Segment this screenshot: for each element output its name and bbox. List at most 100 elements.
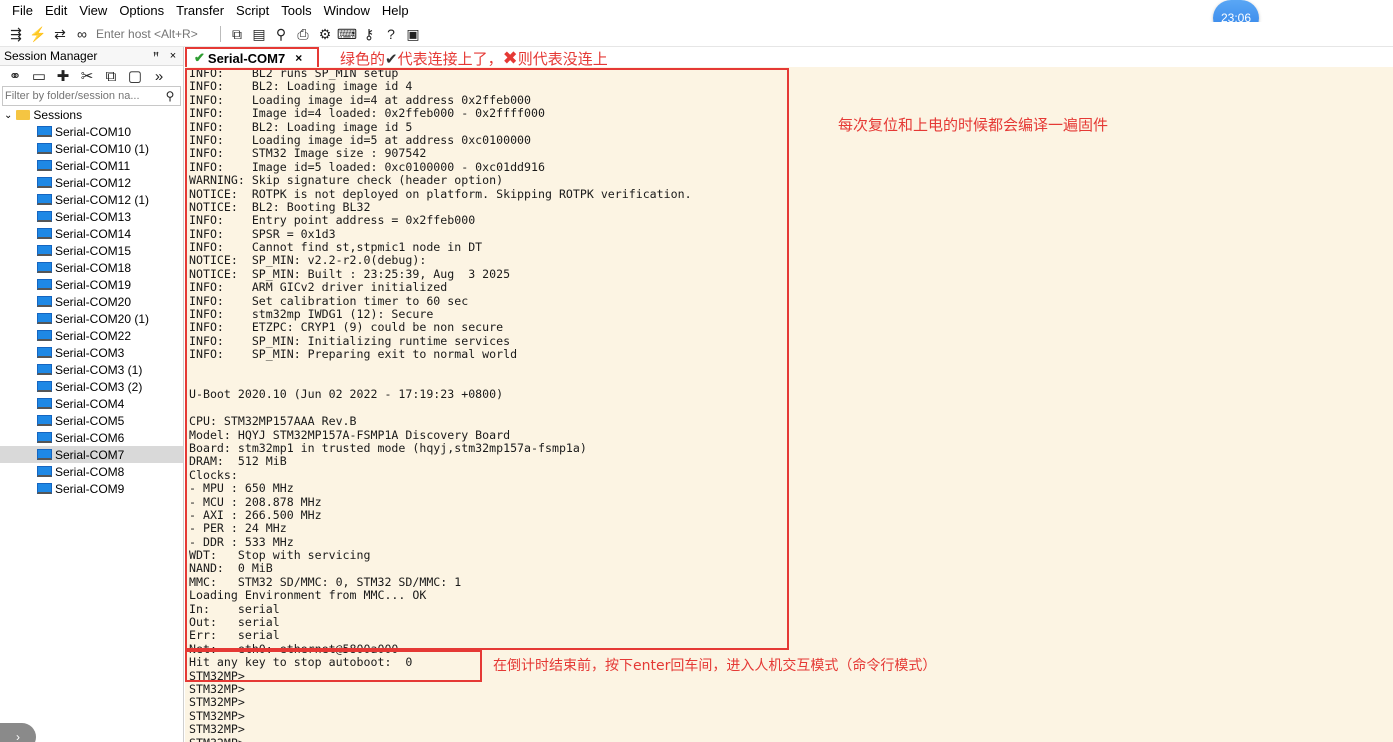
search-icon[interactable]: ⚲ xyxy=(162,86,178,106)
menu-transfer[interactable]: Transfer xyxy=(170,0,230,22)
serial-session-icon xyxy=(37,466,52,477)
session-item[interactable]: Serial-COM3 xyxy=(0,344,183,361)
sessions-folder[interactable]: ⌄ Sessions xyxy=(0,107,183,123)
cross-mark-icon: ✖ xyxy=(502,48,518,69)
session-item-label: Serial-COM20 xyxy=(55,294,132,309)
link-session-icon[interactable]: ⚭ xyxy=(4,66,26,86)
serial-session-icon xyxy=(37,126,52,137)
copy-session-icon[interactable]: ⧉ xyxy=(100,66,122,86)
lightning-icon[interactable]: ⚡ xyxy=(28,24,48,44)
menu-tools[interactable]: Tools xyxy=(275,0,317,22)
session-item[interactable]: Serial-COM15 xyxy=(0,242,183,259)
session-toolbar: ⚭ ▭ ✚ ✂ ⧉ ▢ » xyxy=(0,66,183,86)
connection-annotation: 绿色的✔代表连接上了，✖则代表没连上 xyxy=(340,48,608,69)
toolbar-divider xyxy=(220,26,221,42)
link-icon[interactable]: ∞ xyxy=(72,24,92,44)
print-icon[interactable]: ⎙ xyxy=(293,24,313,44)
reconnect-icon[interactable]: ⇄ xyxy=(50,24,70,44)
chevron-down-icon[interactable]: ⌄ xyxy=(4,110,12,121)
annotation-text-suffix: 则代表没连上 xyxy=(517,50,608,68)
session-item[interactable]: Serial-COM5 xyxy=(0,412,183,429)
session-item[interactable]: Serial-COM3 (2) xyxy=(0,378,183,395)
annotation-text-mid: 代表连接上了， xyxy=(397,50,503,68)
session-item[interactable]: Serial-COM20 xyxy=(0,293,183,310)
terminal-line: STM32MP> xyxy=(189,722,245,737)
serial-session-icon xyxy=(37,449,52,460)
paste-icon[interactable]: ▤ xyxy=(249,24,269,44)
serial-session-icon xyxy=(37,296,52,307)
session-item[interactable]: Serial-COM12 xyxy=(0,174,183,191)
key-icon[interactable]: ⚷ xyxy=(359,24,379,44)
serial-session-icon xyxy=(37,432,52,443)
connect-bar-icon[interactable]: ⇶ xyxy=(6,24,26,44)
menu-bar: File Edit View Options Transfer Script T… xyxy=(0,0,1393,22)
session-item[interactable]: Serial-COM3 (1) xyxy=(0,361,183,378)
session-filter: ⚲ xyxy=(2,86,181,106)
session-item[interactable]: Serial-COM8 xyxy=(0,463,183,480)
menu-window[interactable]: Window xyxy=(318,0,376,22)
panel-close-icon[interactable]: × xyxy=(166,50,180,62)
session-item-label: Serial-COM18 xyxy=(55,260,132,275)
serial-session-icon xyxy=(37,211,52,222)
menu-script[interactable]: Script xyxy=(230,0,275,22)
boot-annotation: 每次复位和上电的时候都会编译一遍固件 xyxy=(838,116,1109,134)
session-item-label: Serial-COM12 (1) xyxy=(55,192,150,207)
menu-file[interactable]: File xyxy=(6,0,39,22)
session-item[interactable]: Serial-COM4 xyxy=(0,395,183,412)
menu-options[interactable]: Options xyxy=(113,0,170,22)
keyboard-icon[interactable]: ⌨ xyxy=(337,24,357,44)
serial-session-icon xyxy=(37,279,52,290)
session-item[interactable]: Serial-COM11 xyxy=(0,157,183,174)
session-item[interactable]: Serial-COM14 xyxy=(0,225,183,242)
terminal-line: STM32MP> xyxy=(189,681,245,696)
session-manager-title: Session Manager xyxy=(4,49,98,63)
tab-serial-com7[interactable]: ✔ Serial-COM7 × xyxy=(185,47,319,69)
session-item-label: Serial-COM4 xyxy=(55,396,125,411)
new-tab-icon[interactable]: ▭ xyxy=(28,66,50,86)
pin-icon[interactable]: ꟸ xyxy=(149,50,163,63)
serial-session-icon xyxy=(37,415,52,426)
session-item[interactable]: Serial-COM7 xyxy=(0,446,183,463)
cut-icon[interactable]: ✂ xyxy=(76,66,98,86)
paste-session-icon[interactable]: ▢ xyxy=(124,66,146,86)
session-item[interactable]: Serial-COM20 (1) xyxy=(0,310,183,327)
toolbar: ⇶ ⚡ ⇄ ∞ ⧉ ▤ ⚲ ⎙ ⚙ ⌨ ⚷ ? ▣ xyxy=(0,22,1393,47)
terminal-output[interactable]: INFO: BL2 runs SP_MIN setup INFO: BL2: Lo… xyxy=(185,67,1393,742)
session-tree: ⌄ Sessions Serial-COM10 Serial-COM10 (1) S… xyxy=(0,106,183,497)
session-item[interactable]: Serial-COM22 xyxy=(0,327,183,344)
securecrt-window: File Edit View Options Transfer Script T… xyxy=(0,0,1393,742)
session-item-label: Serial-COM14 xyxy=(55,226,132,241)
session-item-label: Serial-COM22 xyxy=(55,328,132,343)
add-session-icon[interactable]: ✚ xyxy=(52,66,74,86)
menu-view[interactable]: View xyxy=(73,0,113,22)
session-item[interactable]: Serial-COM12 (1) xyxy=(0,191,183,208)
serial-session-icon xyxy=(37,330,52,341)
tab-close-icon[interactable]: × xyxy=(295,51,302,65)
menu-help[interactable]: Help xyxy=(376,0,415,22)
autoboot-highlight xyxy=(185,650,482,682)
more-icon[interactable]: » xyxy=(148,66,170,86)
session-item[interactable]: Serial-COM9 xyxy=(0,480,183,497)
session-item[interactable]: Serial-COM10 (1) xyxy=(0,140,183,157)
session-item[interactable]: Serial-COM18 xyxy=(0,259,183,276)
session-item-label: Serial-COM15 xyxy=(55,243,132,258)
screen-icon[interactable]: ▣ xyxy=(403,24,423,44)
serial-session-icon xyxy=(37,262,52,273)
session-item[interactable]: Serial-COM10 xyxy=(0,123,183,140)
serial-session-icon xyxy=(37,347,52,358)
menu-edit[interactable]: Edit xyxy=(39,0,73,22)
collapse-panel-button[interactable]: › xyxy=(0,723,36,742)
session-item[interactable]: Serial-COM13 xyxy=(0,208,183,225)
session-item-label: Serial-COM10 (1) xyxy=(55,141,150,156)
quick-connect-input[interactable] xyxy=(96,25,208,43)
session-item[interactable]: Serial-COM6 xyxy=(0,429,183,446)
copy-icon[interactable]: ⧉ xyxy=(227,24,247,44)
find-icon[interactable]: ⚲ xyxy=(271,24,291,44)
annotation-text-prefix: 绿色的 xyxy=(340,50,386,68)
session-filter-input[interactable] xyxy=(3,87,162,105)
session-list: Serial-COM10 Serial-COM10 (1) Serial-COM11… xyxy=(0,123,183,497)
session-item[interactable]: Serial-COM19 xyxy=(0,276,183,293)
settings-icon[interactable]: ⚙ xyxy=(315,24,335,44)
help-icon[interactable]: ? xyxy=(381,24,401,44)
session-item-label: Serial-COM19 xyxy=(55,277,132,292)
